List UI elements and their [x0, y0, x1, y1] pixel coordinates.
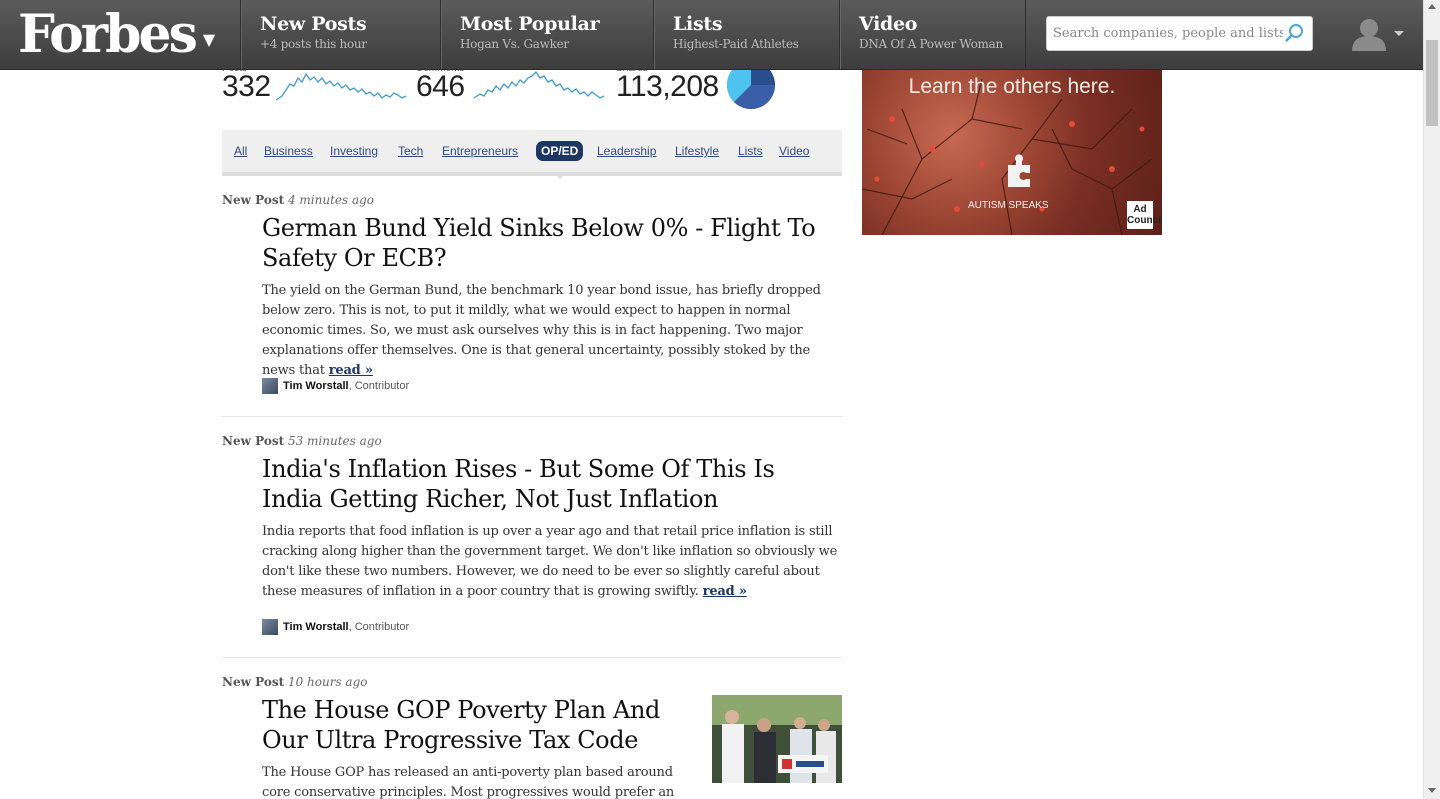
filter-lists[interactable]: Lists — [738, 144, 763, 158]
filter-entrepreneurs[interactable]: Entrepreneurs — [442, 144, 518, 158]
top-navigation-bar: Forbes ▼ New Posts +4 posts this hour Mo… — [0, 0, 1423, 70]
search-icon[interactable] — [1284, 23, 1304, 43]
filter-investing[interactable]: Investing — [330, 144, 378, 158]
read-more-link[interactable]: read » — [703, 584, 747, 599]
nav-new-posts[interactable]: New Posts +4 posts this hour — [240, 0, 440, 69]
post-item: New Post 53 minutes ago India's Inflatio… — [222, 434, 842, 644]
post-author: Tim Worstall, Contributor — [262, 378, 409, 394]
chevron-down-icon[interactable]: ▼ — [203, 30, 215, 49]
comments-sparkline — [474, 70, 605, 99]
posts-sparkline — [276, 72, 407, 101]
stat-comments-value: 646 — [416, 70, 465, 103]
nav-video-subtitle: DNA Of A Power Woman — [859, 37, 1003, 51]
ad-brand: AUTISM SPEAKS — [968, 200, 1049, 211]
post-time: 4 minutes ago — [287, 193, 375, 207]
ad-headline: Learn the others here. — [908, 75, 1116, 98]
scrollbar-thumb[interactable] — [1426, 40, 1438, 126]
ad-council-badge: Ad Council — [1127, 201, 1162, 229]
user-menu[interactable] — [1350, 14, 1410, 54]
nav-new-posts-subtitle: +4 posts this hour — [260, 37, 367, 51]
forbes-logo[interactable]: Forbes ▼ — [18, 3, 243, 65]
filter-all[interactable]: All — [234, 144, 247, 158]
nav-video-title: Video — [859, 13, 918, 35]
search-box — [1046, 16, 1313, 51]
nav-video[interactable]: Video DNA Of A Power Woman — [839, 0, 1026, 69]
post-divider — [222, 657, 842, 658]
post-headline[interactable]: India's Inflation Rises - But Some Of Th… — [262, 454, 832, 514]
filter-oped[interactable]: OP/ED — [536, 141, 584, 161]
scroll-down-arrow-icon[interactable] — [1428, 788, 1436, 793]
post-meta: New Post 10 hours ago — [222, 675, 842, 689]
read-more-link[interactable]: read » — [329, 363, 373, 378]
author-avatar[interactable] — [262, 378, 278, 394]
nav-lists-title: Lists — [673, 13, 723, 35]
scroll-up-arrow-icon[interactable] — [1428, 4, 1436, 9]
post-headline[interactable]: The House GOP Poverty Plan And Our Ultra… — [262, 695, 682, 755]
user-avatar-icon — [1352, 19, 1404, 51]
post-label: New Post — [222, 434, 285, 448]
stat-shares-value: 113,208 — [616, 70, 719, 103]
author-name[interactable]: Tim Worstall — [283, 621, 349, 633]
author-name[interactable]: Tim Worstall — [283, 380, 349, 392]
nav-lists[interactable]: Lists Highest-Paid Athletes — [653, 0, 839, 69]
puzzle-piece-icon — [1008, 154, 1030, 187]
author-avatar[interactable] — [262, 619, 278, 635]
filter-tech[interactable]: Tech — [398, 144, 423, 158]
nav-most-popular-subtitle: Hogan Vs. Gawker — [460, 37, 569, 51]
category-filter-bar: All Business Investing Tech Entrepreneur… — [222, 130, 842, 179]
post-time: 53 minutes ago — [287, 434, 382, 448]
post-thumbnail-image[interactable] — [712, 695, 842, 783]
post-label: New Post — [222, 193, 285, 207]
post-divider — [222, 416, 842, 417]
post-item: New Post 4 minutes ago German Bund Yield… — [222, 193, 842, 403]
logo-text: Forbes — [18, 3, 198, 65]
post-time: 10 hours ago — [287, 675, 368, 689]
filter-leadership[interactable]: Leadership — [597, 144, 656, 158]
post-label: New Post — [222, 675, 285, 689]
nav-most-popular-title: Most Popular — [460, 13, 600, 35]
search-input[interactable] — [1047, 17, 1283, 50]
post-excerpt: The yield on the German Bund, the benchm… — [262, 281, 842, 381]
post-excerpt-text: India reports that food inflation is up … — [262, 524, 838, 599]
nav-most-popular[interactable]: Most Popular Hogan Vs. Gawker — [440, 0, 653, 69]
filter-lifestyle[interactable]: Lifestyle — [675, 144, 719, 158]
autism-speaks-ad[interactable]: Learn the others here. AUTISM SPEAKS Ad … — [862, 69, 1162, 235]
author-role: Contributor — [354, 621, 410, 633]
post-meta: New Post 4 minutes ago — [222, 193, 842, 207]
filter-video[interactable]: Video — [779, 144, 809, 158]
post-meta: New Post 53 minutes ago — [222, 434, 842, 448]
page-scrollbar[interactable] — [1423, 0, 1440, 799]
filter-business[interactable]: Business — [264, 144, 313, 158]
stat-posts-value: 332 — [222, 70, 271, 103]
post-headline[interactable]: German Bund Yield Sinks Below 0% - Fligh… — [262, 213, 832, 273]
nav-lists-subtitle: Highest-Paid Athletes — [673, 37, 799, 51]
active-filter-pointer — [553, 172, 567, 179]
nav-new-posts-title: New Posts — [260, 13, 367, 35]
post-excerpt: India reports that food inflation is up … — [262, 522, 842, 602]
post-author: Tim Worstall, Contributor — [262, 619, 409, 635]
post-excerpt: The House GOP has released an anti-pover… — [262, 765, 675, 799]
author-role: Contributor — [354, 380, 410, 392]
